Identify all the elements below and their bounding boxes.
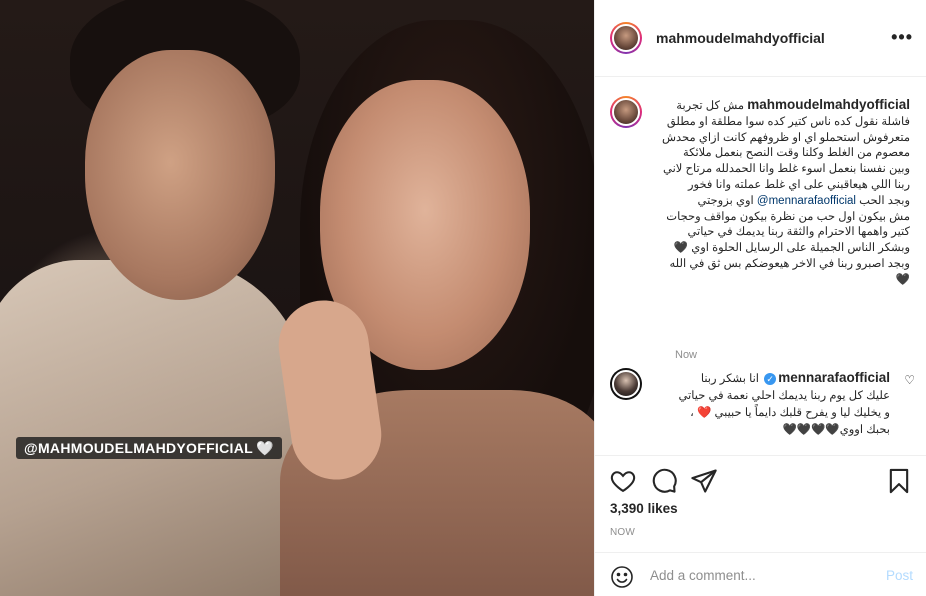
add-comment-bar: Post [595,552,926,596]
caption-line: معصوم من الغلط وكلنا وقت النصح بنعمل ملا… [682,147,910,160]
comment-bubble-icon[interactable] [650,467,678,495]
caption-line: مش بيكون اول حب من نظرة بيكون مواقف وحجا… [666,210,910,223]
photo-man-face [85,50,275,300]
caption-username[interactable]: mahmoudelmahdyofficial [747,97,910,112]
caption-avatar[interactable] [610,96,642,128]
comment-like-heart-icon[interactable]: ♡ [904,373,915,387]
heart-outline-icon[interactable] [609,467,637,495]
post-header: mahmoudelmahdyofficial ••• [595,0,926,77]
caption-mention-link[interactable]: @mennarafaofficial [757,195,856,207]
post-side-panel: mahmoudelmahdyofficial ••• mahmoudelmahd… [594,0,926,596]
caption-line: وبجد اصبرو ربنا في الاخر هيعوضكم بس ثق ف… [669,257,910,270]
author-avatar[interactable] [610,22,642,54]
commenter-username[interactable]: mennarafaofficial [778,370,890,385]
caption-line: اوي بزوجتي [697,194,754,207]
caption-line: كتير واهمها الاحترام والثقة ربنا يديمك ف… [687,226,910,239]
comment-text: mennarafaofficial✓ انا بشكر ربنا عليك كل… [660,369,890,439]
verified-badge-icon: ✓ [764,373,777,385]
instagram-post: @MAHMOUDELMAHDYOFFICIAL 🤍 mahmoudelmahdyo… [0,0,926,596]
comments-section[interactable]: mahmoudelmahdyofficial مش كل تجربة فاشلة… [595,78,926,454]
caption-line: وبين نفسنا بنعمل اسوء غلط وانا الحمدلله … [663,163,910,176]
comment-line: بحبك اووي🖤🖤🖤🖤 [782,424,890,436]
caption-line: ربنا اللي هيعاقبني على اي غلط عملته وانا… [688,178,910,191]
paper-plane-icon[interactable] [690,467,718,495]
comment-line: عليك كل يوم ربنا يديمك احلي نعمة في حيات… [678,390,890,402]
caption-timestamp: Now [675,349,698,361]
photo-man-shirt [0,260,310,596]
likes-count[interactable]: 3,390 likes [610,501,678,516]
caption-line: مش كل تجربة [676,100,745,112]
white-heart-icon: 🤍 [255,440,274,456]
comment-line: انا بشكر ربنا [700,373,759,385]
caption-line: وبجد الحب [859,194,910,207]
more-options-icon[interactable]: ••• [891,28,913,46]
post-timestamp: NOW [610,527,636,538]
smiley-icon[interactable] [610,565,634,589]
comment-input[interactable] [650,561,870,589]
comment-line: و يخليك ليا و يفرح قلبك دايماً يا حبيبي … [690,407,890,419]
commenter-avatar[interactable] [610,368,642,400]
likes-word: likes [647,501,678,516]
caption-text: mahmoudelmahdyofficial مش كل تجربة فاشلة… [660,97,910,289]
caption-line: 🖤 [895,273,910,286]
author-username[interactable]: mahmoudelmahdyofficial [656,30,825,46]
caption-line: متعرفوش استحملو اي او ظروفهم كانت ازاي م… [661,131,910,144]
action-bar [595,455,926,505]
likes-number: 3,390 [610,501,644,516]
photo-user-tag-text: @MAHMOUDELMAHDYOFFICIAL [24,440,253,456]
photo-user-tag[interactable]: @MAHMOUDELMAHDYOFFICIAL 🤍 [16,437,282,459]
bookmark-icon[interactable] [885,467,913,495]
caption-line: وبشكر الناس الجميلة على الرسايل الحلوة ا… [673,242,910,255]
post-photo[interactable]: @MAHMOUDELMAHDYOFFICIAL 🤍 [0,0,594,596]
post-comment-button[interactable]: Post [886,568,913,583]
caption-line: فاشلة نقول كده ناس كتير كده سوا مطلقة او… [666,115,910,128]
